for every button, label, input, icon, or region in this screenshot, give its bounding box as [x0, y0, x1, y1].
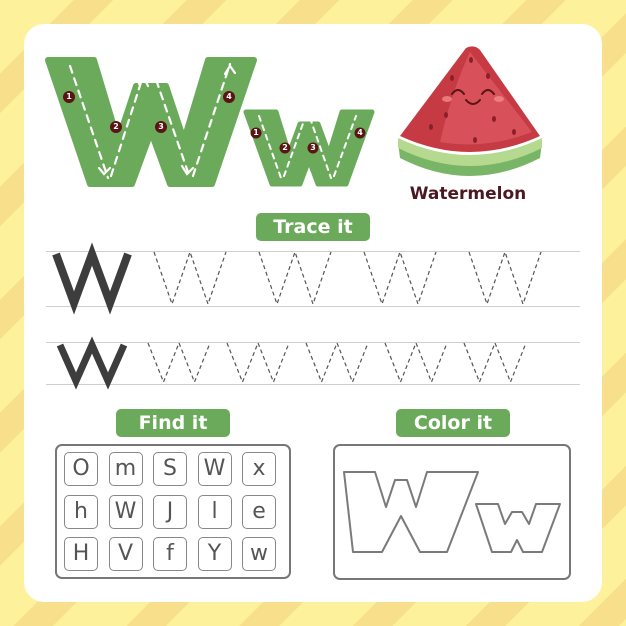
outline-lowercase-w [475, 503, 561, 553]
color-it-outline-letters [343, 471, 561, 553]
outline-uppercase-w [343, 471, 479, 553]
